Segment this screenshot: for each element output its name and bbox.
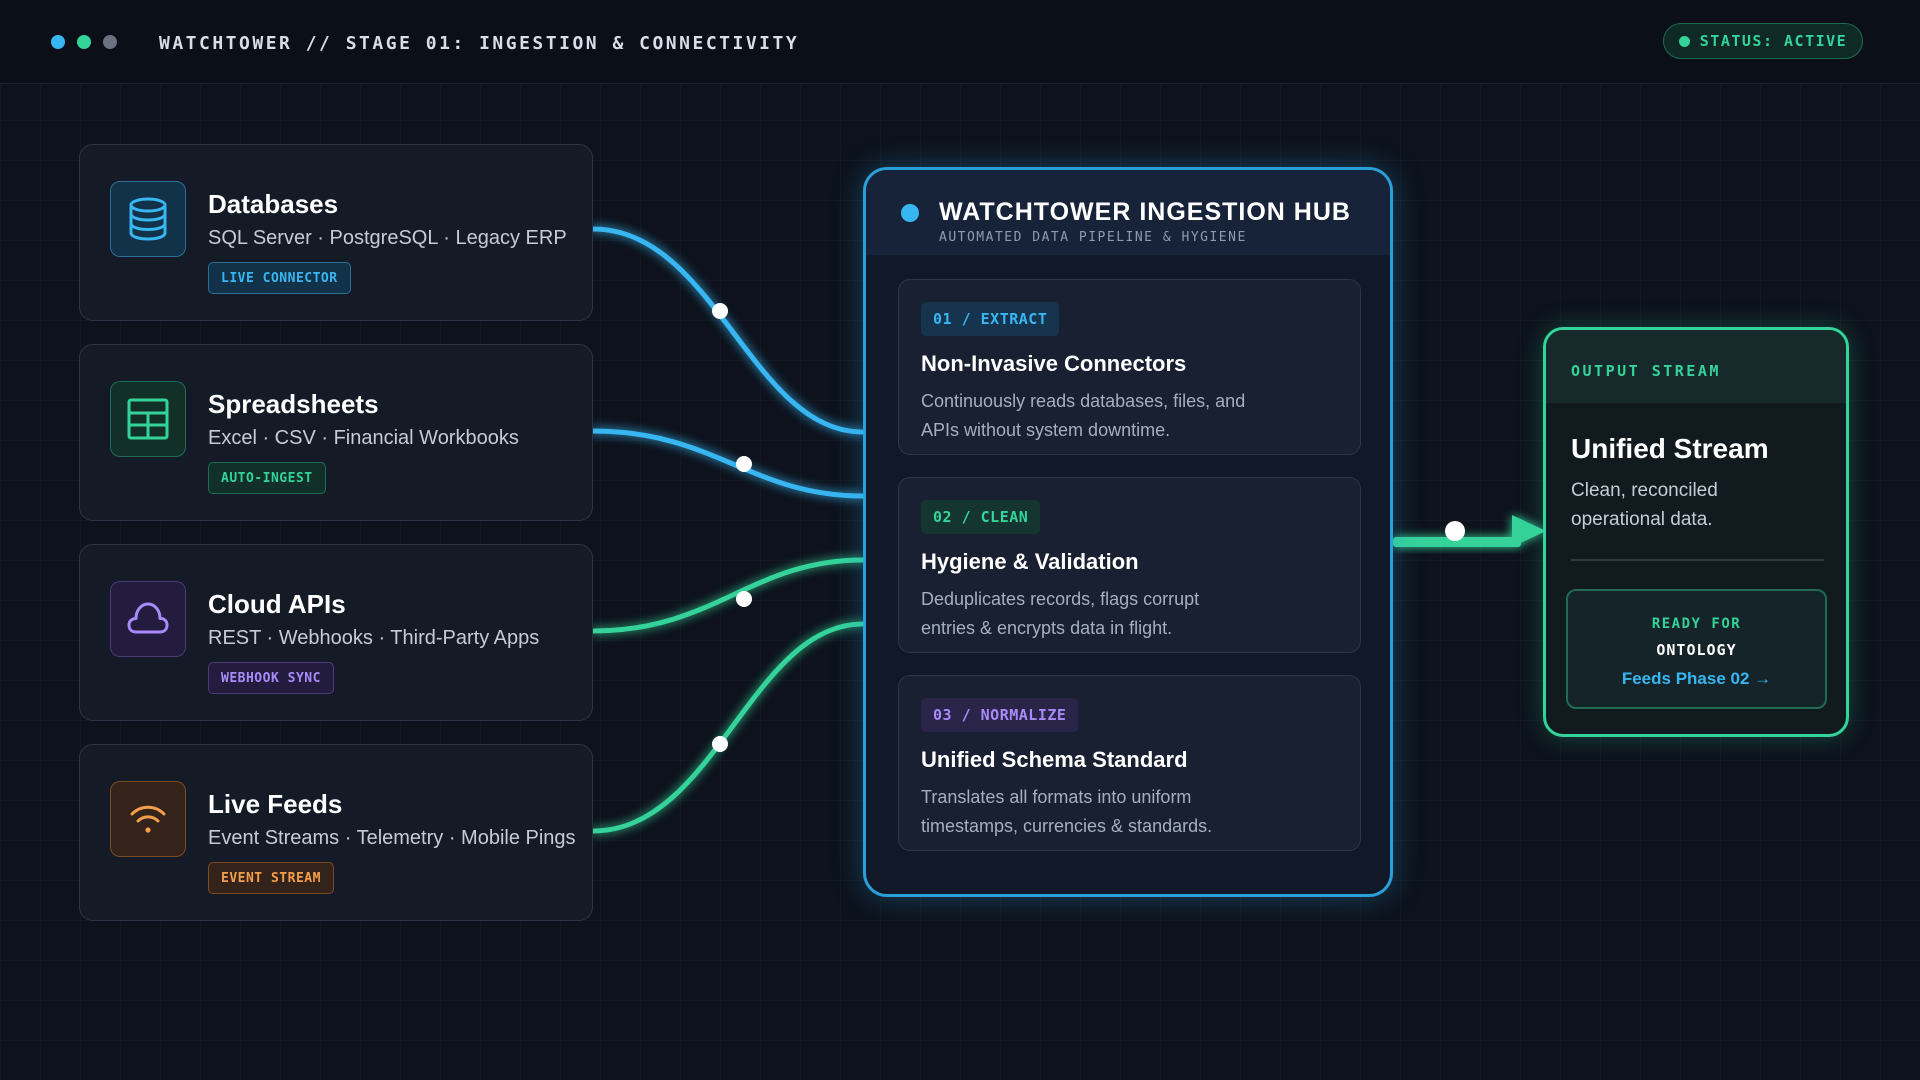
connector-spreadsheets (590, 428, 866, 499)
feeds-phase-link[interactable]: Feeds Phase 02 → (1568, 669, 1825, 689)
connector-node (712, 736, 728, 752)
source-card-spreadsheets[interactable]: Spreadsheets Excel · CSV · Financial Wor… (79, 344, 593, 521)
output-description: Clean, reconciled operational data. (1571, 480, 1718, 530)
database-icon (110, 181, 186, 257)
ingestion-hub: WATCHTOWER INGESTION HUB AUTOMATED DATA … (863, 167, 1393, 897)
source-title: Cloud APIs (208, 589, 346, 619)
step-card-normalize[interactable]: 03 / NORMALIZE Unified Schema Standard T… (898, 675, 1361, 851)
step-description: Deduplicates records, flags corrupt entr… (921, 589, 1200, 638)
source-subtitle: Event Streams · Telemetry · Mobile Pings (208, 827, 576, 849)
step-tag: 03 / NORMALIZE (921, 698, 1079, 732)
output-label: OUTPUT STREAM (1571, 362, 1721, 380)
step-tag: 02 / CLEAN (921, 500, 1041, 534)
step-card-clean[interactable]: 02 / CLEAN Hygiene & Validation Deduplic… (898, 477, 1361, 653)
connector-databases (590, 226, 866, 435)
output-arrow-icon (1512, 515, 1546, 547)
table-icon (110, 381, 186, 457)
hub-subtitle: AUTOMATED DATA PIPELINE & HYGIENE (939, 230, 1247, 245)
source-title: Live Feeds (208, 789, 343, 819)
output-header: OUTPUT STREAM (1546, 330, 1846, 403)
hub-status-dot-icon (901, 204, 919, 222)
source-tag: AUTO-INGEST (208, 462, 326, 494)
source-card-databases[interactable]: Databases SQL Server · PostgreSQL · Lega… (79, 144, 593, 321)
connector-node (736, 456, 752, 472)
hub-title: WATCHTOWER INGESTION HUB (939, 198, 1351, 226)
source-subtitle: REST · Webhooks · Third-Party Apps (208, 627, 540, 649)
ready-label: READY FOR (1651, 616, 1742, 632)
source-subtitle: SQL Server · PostgreSQL · Legacy ERP (208, 227, 567, 249)
cloud-icon (110, 581, 186, 657)
wifi-icon (110, 781, 186, 857)
step-description: Translates all formats into uniform time… (921, 787, 1213, 836)
connector-cloud-apis (590, 557, 866, 634)
step-card-extract[interactable]: 01 / EXTRACT Non-Invasive Connectors Con… (898, 279, 1361, 455)
ready-target: ONTOLOGY (1656, 641, 1737, 659)
step-description: Continuously reads databases, files, and… (921, 391, 1246, 440)
source-tag: WEBHOOK SYNC (208, 662, 334, 694)
step-title: Unified Schema Standard (921, 747, 1188, 772)
source-tag: LIVE CONNECTOR (208, 262, 351, 294)
step-title: Hygiene & Validation (921, 549, 1139, 574)
connector-node (736, 591, 752, 607)
output-stream-card: OUTPUT STREAM Unified Stream Clean, reco… (1543, 327, 1849, 737)
connector-node (1445, 521, 1465, 541)
source-subtitle: Excel · CSV · Financial Workbooks (208, 427, 519, 449)
hub-header: WATCHTOWER INGESTION HUB AUTOMATED DATA … (866, 170, 1390, 255)
ready-for-ontology-box: READY FOR ONTOLOGY Feeds Phase 02 → (1566, 589, 1827, 709)
step-tag: 01 / EXTRACT (921, 302, 1060, 336)
source-title: Databases (208, 189, 339, 219)
source-card-live-feeds[interactable]: Live Feeds Event Streams · Telemetry · M… (79, 744, 593, 921)
source-card-cloud-apis[interactable]: Cloud APIs REST · Webhooks · Third-Party… (79, 544, 593, 721)
connector-live-feeds (590, 621, 866, 834)
step-title: Non-Invasive Connectors (921, 351, 1187, 376)
source-tag: EVENT STREAM (208, 862, 334, 894)
source-title: Spreadsheets (208, 389, 379, 419)
output-divider (1571, 559, 1824, 561)
output-title: Unified Stream (1571, 433, 1769, 464)
connector-node (712, 303, 728, 319)
